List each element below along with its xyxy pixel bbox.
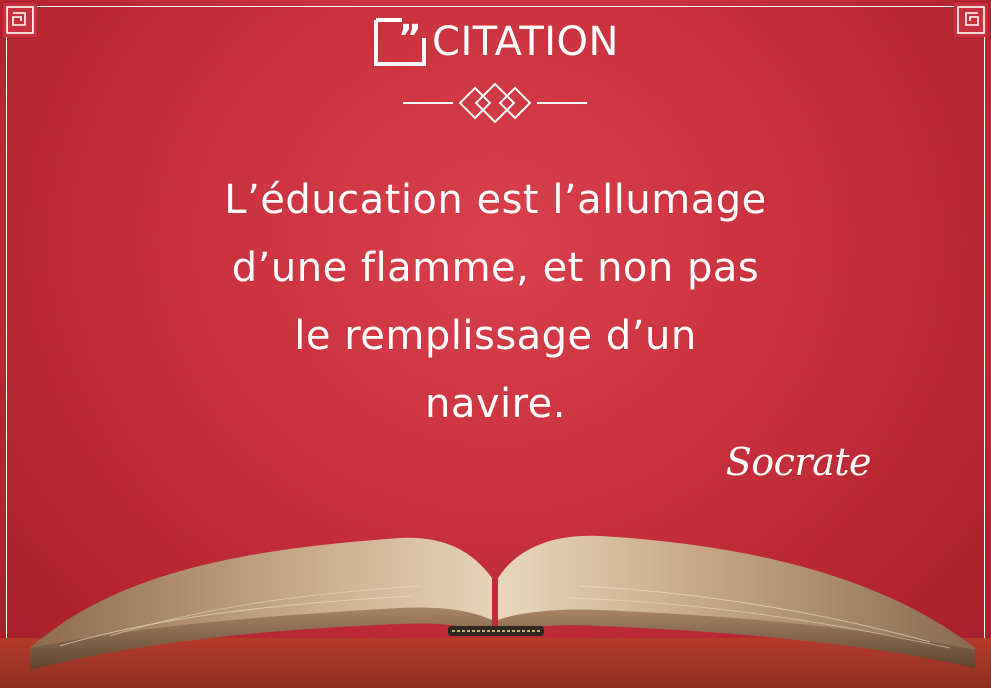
quote-line: navire. [424,381,567,427]
quote-line: le remplissage d’un [294,313,697,359]
svg-text:”: ” [398,18,422,59]
brand-name: CITATION [432,19,619,65]
quote-frame-icon: ” [374,18,427,66]
quote-line: L’éducation est l’allumage [224,177,767,223]
diamond-divider-icon [403,82,587,124]
quote-line: d’une flamme, et non pas [231,245,760,291]
quote-card: ” CITATION L’éducation est l’allumage d’… [0,0,991,688]
quote-text: L’éducation est l’allumage d’une flamme,… [120,166,871,438]
quote-author: Socrate [725,440,872,484]
open-book-image [0,535,991,688]
brand-logo: ” CITATION [0,16,991,68]
